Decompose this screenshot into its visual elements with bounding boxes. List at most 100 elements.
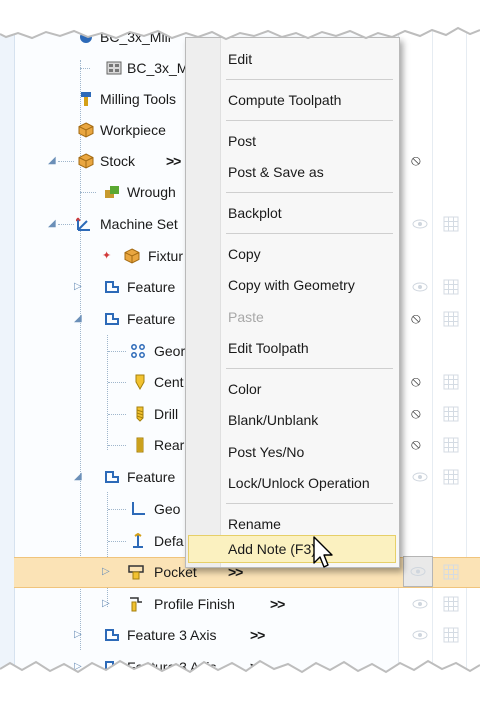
menu-item-paste: Paste bbox=[228, 309, 264, 325]
eye-slash-icon[interactable]: ⦸ bbox=[411, 152, 429, 169]
eye-icon[interactable] bbox=[411, 279, 429, 295]
context-menu: Edit Compute Toolpath Post Post & Save a… bbox=[185, 37, 400, 568]
eye-icon[interactable] bbox=[411, 596, 429, 612]
holes-geometry-icon bbox=[131, 344, 145, 358]
eye-icon[interactable] bbox=[411, 469, 429, 485]
tree-connector bbox=[108, 414, 126, 415]
menu-item-color[interactable]: Color bbox=[228, 381, 261, 397]
stock-cube-icon bbox=[78, 153, 94, 169]
expand-arrows[interactable]: >> bbox=[166, 153, 181, 169]
grid-icon[interactable] bbox=[443, 596, 461, 612]
eye-slash-icon[interactable]: ⦸ bbox=[411, 310, 429, 327]
collapse-icon[interactable]: ◢ bbox=[74, 472, 84, 482]
tree-item-label: Geo bbox=[154, 501, 181, 517]
workpiece-cube-icon bbox=[78, 122, 94, 138]
expand-arrows[interactable]: >> bbox=[250, 627, 265, 643]
tree-connector bbox=[108, 351, 126, 352]
eye-toggle-selected[interactable] bbox=[403, 556, 433, 587]
default-datum-icon bbox=[133, 533, 143, 548]
menu-item-backplot[interactable]: Backplot bbox=[228, 205, 282, 221]
tree-item-label: Feature 3 Axis bbox=[127, 659, 217, 675]
tool-icon bbox=[81, 92, 91, 106]
menu-separator bbox=[226, 233, 393, 234]
expand-icon[interactable]: ▷ bbox=[74, 282, 84, 292]
tree-item-label: Profile Finish bbox=[154, 596, 235, 612]
tree-connector bbox=[108, 382, 126, 383]
menu-item-add-note[interactable]: Add Note (F3) bbox=[228, 541, 316, 557]
menu-separator bbox=[226, 368, 393, 369]
coordinate-system-icon bbox=[76, 217, 90, 231]
collapse-icon[interactable]: ◢ bbox=[48, 219, 58, 229]
eye-icon bbox=[410, 567, 426, 576]
menu-item-edit[interactable]: Edit bbox=[228, 51, 252, 67]
menu-item-post-save-as[interactable]: Post & Save as bbox=[228, 164, 324, 180]
eye-icon[interactable] bbox=[411, 216, 429, 232]
grid-icon[interactable] bbox=[443, 311, 461, 327]
menu-item-compute-toolpath[interactable]: Compute Toolpath bbox=[228, 92, 341, 108]
wrought-stock-icon bbox=[105, 186, 119, 198]
tree-connector bbox=[80, 68, 90, 69]
feature-icon bbox=[105, 313, 119, 325]
tree-item-label: BC_3x_M bbox=[127, 60, 189, 76]
expand-arrows[interactable]: >> bbox=[250, 659, 265, 675]
tree-item-feature-3-axis[interactable]: ▷ Feature 3 Axis >> bbox=[14, 620, 480, 651]
fixture-cube-icon bbox=[124, 248, 140, 264]
grid-icon[interactable] bbox=[443, 627, 461, 643]
machine-icon bbox=[80, 31, 92, 43]
grid-icon[interactable] bbox=[443, 374, 461, 390]
grid-icon[interactable] bbox=[443, 469, 461, 485]
menu-item-rename[interactable]: Rename bbox=[228, 516, 281, 532]
pocket-icon bbox=[128, 565, 144, 580]
profile-finish-icon bbox=[130, 597, 142, 612]
menu-item-copy[interactable]: Copy bbox=[228, 246, 261, 262]
menu-item-lock-unlock-operation[interactable]: Lock/Unlock Operation bbox=[228, 475, 370, 491]
expand-icon[interactable]: ▷ bbox=[74, 662, 84, 672]
eye-slash-icon[interactable]: ⦸ bbox=[411, 373, 429, 390]
tree-item-label: Fixtur bbox=[148, 248, 183, 264]
menu-item-blank-unblank[interactable]: Blank/Unblank bbox=[228, 412, 318, 428]
collapse-icon[interactable]: ◢ bbox=[48, 156, 58, 166]
collapse-icon[interactable]: ◢ bbox=[74, 314, 84, 324]
tree-connector bbox=[58, 224, 74, 225]
tree-item-label: Feature bbox=[127, 279, 176, 295]
eye-slash-icon[interactable]: ⦸ bbox=[411, 436, 429, 453]
mouse-cursor-icon bbox=[313, 536, 333, 568]
tree-item-label: Machine Set bbox=[100, 216, 178, 232]
expand-icon[interactable]: ▷ bbox=[74, 630, 84, 640]
tree-item-label: Milling Tools bbox=[100, 91, 176, 107]
menu-item-copy-with-geometry[interactable]: Copy with Geometry bbox=[228, 277, 355, 293]
tree-item-label: Rear bbox=[154, 437, 185, 453]
tree-connector bbox=[80, 192, 96, 193]
drill-icon bbox=[136, 406, 144, 422]
tree-item-feature-3-axis-2[interactable]: ▷ Feature 3 Axis >> bbox=[14, 652, 480, 683]
tree-connector bbox=[108, 509, 126, 510]
grid-icon[interactable] bbox=[443, 437, 461, 453]
menu-item-post[interactable]: Post bbox=[228, 133, 256, 149]
tree-item-label: Workpiece bbox=[100, 122, 166, 138]
tree-left-rail bbox=[0, 0, 15, 717]
expand-arrows[interactable]: >> bbox=[270, 596, 285, 612]
tree-item-label: Wrough bbox=[127, 184, 176, 200]
eye-icon[interactable] bbox=[411, 627, 429, 643]
menu-icon-gutter bbox=[186, 38, 221, 567]
tree-item-label: Defa bbox=[154, 533, 184, 549]
expand-icon[interactable]: ▷ bbox=[102, 567, 112, 577]
profile-geometry-icon bbox=[132, 502, 145, 515]
feature-icon bbox=[105, 629, 119, 641]
menu-separator bbox=[226, 192, 393, 193]
grid-icon[interactable] bbox=[443, 564, 461, 580]
grid-icon[interactable] bbox=[443, 406, 461, 422]
eye-slash-icon[interactable]: ⦸ bbox=[411, 405, 429, 422]
tree-item-label: Drill bbox=[154, 406, 179, 422]
tree-item-label: BC_3x_Mill bbox=[100, 29, 171, 45]
grid-icon[interactable] bbox=[443, 279, 461, 295]
tree-item-profile-finish[interactable]: ▷ Profile Finish >> bbox=[14, 589, 480, 620]
grid-icon[interactable] bbox=[443, 216, 461, 232]
fixture-marker-icon: ✦ bbox=[102, 250, 112, 262]
tree-connector bbox=[108, 541, 126, 542]
menu-separator bbox=[226, 503, 393, 504]
menu-item-post-yes-no[interactable]: Post Yes/No bbox=[228, 444, 304, 460]
expand-icon[interactable]: ▷ bbox=[102, 599, 112, 609]
feature-icon bbox=[105, 471, 119, 483]
menu-item-edit-toolpath[interactable]: Edit Toolpath bbox=[228, 340, 309, 356]
